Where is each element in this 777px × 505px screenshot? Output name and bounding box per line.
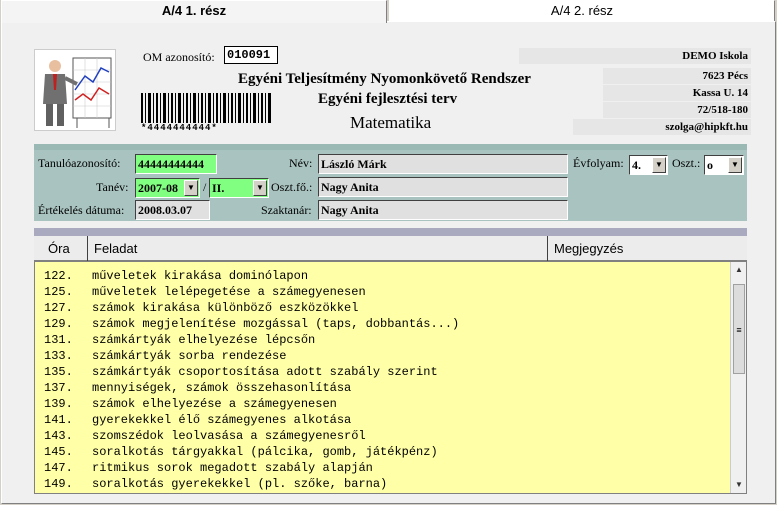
document-title: Egyéni fejlesztési terv — [318, 91, 458, 107]
semester-select[interactable]: II. ▼ — [209, 178, 269, 198]
tab-bar: A/4 1. rész A/4 2. rész — [0, 0, 777, 23]
row-feladat: műveletek lelépegetése a számegyenesen — [92, 285, 366, 299]
col-ora[interactable]: Óra — [34, 236, 87, 261]
table-row[interactable]: 139. számok elhelyezése a számegyenesen — [44, 397, 337, 412]
table-row[interactable]: 143. szomszédok leolvasása a számegyenesr… — [44, 429, 366, 444]
table-row[interactable]: 149. soralkotás gyerekekkel (pl. szőke, b… — [44, 477, 387, 492]
chevron-down-icon[interactable]: ▼ — [253, 180, 267, 196]
student-id-field[interactable]: 44444444444 — [135, 154, 217, 174]
scroll-down-icon[interactable]: ▼ — [731, 477, 747, 493]
tab-part-1[interactable]: A/4 1. rész — [1, 0, 387, 23]
school-email: szolga@hipkft.hu — [573, 119, 751, 135]
head-teacher-field[interactable]: Nagy Anita — [318, 177, 568, 197]
year-label: Tanév: — [96, 180, 129, 194]
school-phone: 72/518-180 — [603, 102, 751, 118]
table-row[interactable]: 145. soralkotás tárgyakkal (pálcika, gomb… — [44, 445, 438, 460]
year-select[interactable]: 2007-08 ▼ — [135, 178, 200, 198]
row-feladat: mennyiségek, számok összehasonlítása — [92, 381, 352, 395]
year-value: 2007-08 — [138, 181, 178, 195]
row-feladat: számok elhelyezése a számegyenesen — [92, 397, 337, 411]
row-ora: 141. — [44, 413, 73, 427]
row-ora: 122. — [44, 269, 73, 283]
row-feladat: műveletek kirakása dominólapon — [92, 269, 309, 283]
row-feladat: soralkotás gyerekekkel (pl. szőke, barna… — [92, 477, 388, 491]
semester-value: II. — [212, 181, 225, 195]
om-id-label: OM azonosító: — [143, 50, 215, 64]
barcode-text: *4444444444* — [141, 123, 218, 133]
chevron-down-icon[interactable]: ▼ — [652, 157, 666, 173]
tab-part-2[interactable]: A/4 2. rész — [389, 0, 775, 22]
row-ora: 133. — [44, 349, 73, 363]
row-ora: 127. — [44, 301, 73, 315]
scroll-up-icon[interactable]: ▲ — [731, 262, 747, 278]
student-id-label: Tanulóazonosító: — [38, 156, 121, 170]
table-row[interactable]: 125. műveletek lelépegetése a számegyenes… — [44, 285, 366, 300]
class-value: o — [707, 158, 713, 172]
grid-header: Óra Feladat Megjegyzés — [34, 236, 747, 261]
table-row[interactable]: 129. számok megjelenítése mozgással (taps… — [44, 317, 459, 332]
row-feladat: számok kirakása különböző eszközökkel — [92, 301, 359, 315]
row-feladat: számkártyák csoportosítása adott szabály… — [92, 365, 438, 379]
subject-title: Matematika — [350, 113, 432, 132]
row-feladat: gyerekekkel élő számegyenes alkotása — [92, 413, 352, 427]
table-row[interactable]: 127. számok kirakása különböző eszközökke… — [44, 301, 358, 316]
row-feladat: számok megjelenítése mozgással (taps, do… — [92, 317, 460, 331]
row-ora: 145. — [44, 445, 73, 459]
student-name-field[interactable]: László Márk — [318, 154, 568, 174]
grade-select[interactable]: 4. ▼ — [629, 155, 668, 175]
chevron-down-icon[interactable]: ▼ — [184, 180, 198, 196]
eval-date-field[interactable]: 2008.03.07 — [135, 200, 210, 220]
table-row[interactable]: 133. számkártyák sorba rendezése — [44, 349, 286, 364]
row-ora: 149. — [44, 477, 73, 491]
grade-label: Évfolyam: — [573, 156, 624, 170]
eval-date-label: Értékelés dátuma: — [38, 203, 125, 217]
vertical-scrollbar[interactable]: ▲ ≡ ▼ — [730, 262, 746, 493]
school-city: 7623 Pécs — [603, 68, 751, 84]
row-ora: 137. — [44, 381, 73, 395]
row-feladat: soralkotás tárgyakkal (pálcika, gomb, já… — [92, 445, 438, 459]
om-id-value: 010091 — [224, 46, 278, 64]
teacher-label: Szaktanár: — [261, 203, 312, 217]
table-row[interactable]: 137. mennyiségek, számok összehasonlítása — [44, 381, 351, 396]
row-ora: 139. — [44, 397, 73, 411]
row-ora: 147. — [44, 461, 73, 475]
table-row[interactable]: 147. ritmikus sorok megadott szabály alap… — [44, 461, 373, 476]
row-ora: 143. — [44, 429, 73, 443]
row-ora: 125. — [44, 285, 73, 299]
name-label: Név: — [289, 156, 313, 170]
school-street: Kassa U. 14 — [603, 85, 751, 101]
class-select[interactable]: o ▼ — [704, 155, 744, 175]
task-list[interactable]: 122. műveletek kirakása dominólapon 125. m… — [34, 261, 747, 494]
row-feladat: számkártyák elhelyezése lépcsőn — [92, 333, 316, 347]
col-feladat[interactable]: Feladat — [87, 236, 547, 261]
row-ora: 135. — [44, 365, 73, 379]
row-ora: 131. — [44, 333, 73, 347]
school-name: DEMO Iskola — [519, 48, 751, 64]
head-teacher-label: Oszt.fő.: — [271, 180, 313, 194]
scroll-thumb[interactable]: ≡ — [733, 284, 745, 374]
class-label: Oszt.: — [672, 156, 701, 170]
row-ora: 129. — [44, 317, 73, 331]
row-feladat: szomszédok leolvasása a számegyenesről — [92, 429, 366, 443]
row-feladat: számkártyák sorba rendezése — [92, 349, 287, 363]
table-row[interactable]: 122. műveletek kirakása dominólapon — [44, 269, 308, 284]
col-megjegyzes[interactable]: Megjegyzés — [547, 236, 747, 261]
table-row[interactable]: 135. számkártyák csoportosítása adott sza… — [44, 365, 438, 380]
row-feladat: ritmikus sorok megadott szabály alapján — [92, 461, 373, 475]
grade-value: 4. — [632, 158, 641, 172]
teacher-chart-logo-icon — [34, 49, 116, 131]
teacher-field[interactable]: Nagy Anita — [318, 200, 568, 220]
grid-header-band — [34, 228, 747, 236]
table-row[interactable]: 141. gyerekekkel élő számegyenes alkotása — [44, 413, 351, 428]
barcode-icon — [141, 93, 271, 123]
chevron-down-icon[interactable]: ▼ — [728, 157, 742, 173]
app-title: Egyéni Teljesítmény Nyomonkövető Rendsze… — [238, 71, 531, 87]
table-row[interactable]: 131. számkártyák elhelyezése lépcsőn — [44, 333, 315, 348]
year-separator: / — [203, 180, 207, 194]
